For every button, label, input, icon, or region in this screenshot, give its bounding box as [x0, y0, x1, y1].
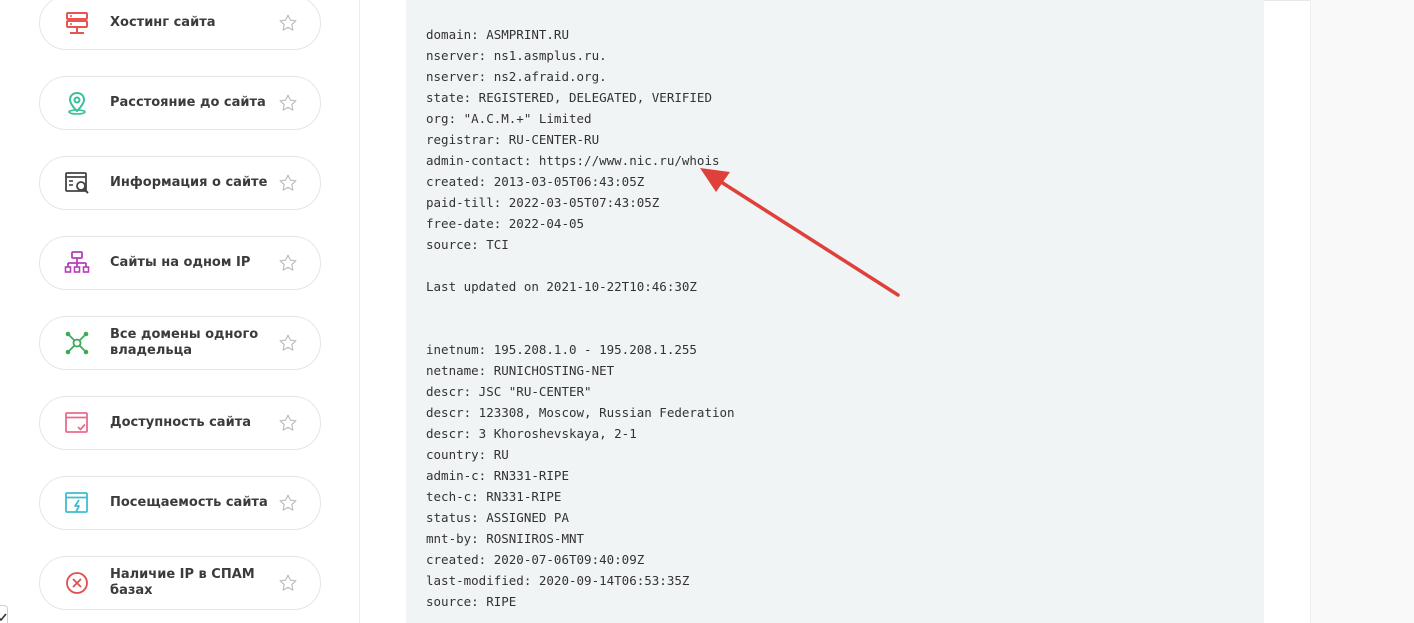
- sidebar-item-label: Все домены одного владельца: [110, 327, 259, 358]
- window-bolt-icon: [63, 489, 91, 517]
- whois-line: inetnum: 195.208.1.0 - 195.208.1.255: [426, 342, 697, 357]
- star-icon[interactable]: [278, 413, 298, 433]
- sidebar-item-availability[interactable]: Доступность сайта: [39, 396, 321, 450]
- sidebar-item-spam-check[interactable]: Наличие IP в СПАМ базах: [39, 556, 321, 610]
- feedback-tab[interactable]: [0, 605, 8, 623]
- site-search-icon: [63, 169, 91, 197]
- whois-line: nserver: ns2.afraid.org.: [426, 69, 607, 84]
- whois-line: descr: 3 Khoroshevskaya, 2-1: [426, 426, 637, 441]
- server-icon: [63, 9, 91, 37]
- star-icon[interactable]: [278, 13, 298, 33]
- star-icon[interactable]: [278, 93, 298, 113]
- sidebar-item-traffic[interactable]: Посещаемость сайта: [39, 476, 321, 530]
- sidebar-item-label: Расстояние до сайта: [110, 95, 266, 110]
- whois-line: country: RU: [426, 447, 509, 462]
- whois-line: source: TCI: [426, 237, 509, 252]
- whois-line: descr: JSC "RU-CENTER": [426, 384, 592, 399]
- whois-line: descr: 123308, Moscow, Russian Federatio…: [426, 405, 735, 420]
- whois-output: domain: ASMPRINT.RU nserver: ns1.asmplus…: [406, 0, 1264, 623]
- star-icon[interactable]: [278, 173, 298, 193]
- whois-line: last-modified: 2020-09-14T06:53:35Z: [426, 573, 690, 588]
- hub-icon: [63, 329, 91, 357]
- whois-line: state: REGISTERED, DELEGATED, VERIFIED: [426, 90, 712, 105]
- sidebar: Хостинг сайта Расстояние до сайта Информ…: [0, 0, 360, 623]
- block-icon: [63, 569, 91, 597]
- sidebar-item-label: Доступность сайта: [110, 415, 252, 430]
- check-icon: [0, 613, 7, 622]
- sidebar-item-label: Сайты на одном IP: [110, 255, 251, 270]
- sidebar-item-distance[interactable]: Расстояние до сайта: [39, 76, 321, 130]
- whois-line: admin-c: RN331-RIPE: [426, 468, 569, 483]
- whois-line-last-updated: Last updated on 2021-10-22T10:46:30Z: [426, 279, 697, 294]
- sidebar-item-hosting[interactable]: Хостинг сайта: [39, 0, 321, 50]
- whois-line: netname: RUNICHOSTING-NET: [426, 363, 615, 378]
- whois-line: created: 2020-07-06T09:40:09Z: [426, 552, 645, 567]
- star-icon[interactable]: [278, 333, 298, 353]
- whois-line: status: ASSIGNED PA: [426, 510, 569, 525]
- whois-line: domain: ASMPRINT.RU: [426, 27, 569, 42]
- sidebar-item-label: Наличие IP в СПАМ базах: [110, 567, 255, 598]
- network-icon: [63, 249, 91, 277]
- whois-line: created: 2013-03-05T06:43:05Z: [426, 174, 645, 189]
- whois-line: nserver: ns1.asmplus.ru.: [426, 48, 607, 63]
- sidebar-item-owner-domains[interactable]: Все домены одного владельца: [39, 316, 321, 370]
- star-icon[interactable]: [278, 493, 298, 513]
- whois-line: mnt-by: ROSNIIROS-MNT: [426, 531, 585, 546]
- whois-line: paid-till: 2022-03-05T07:43:05Z: [426, 195, 660, 210]
- sidebar-item-same-ip[interactable]: Сайты на одном IP: [39, 236, 321, 290]
- whois-line: tech-c: RN331-RIPE: [426, 489, 562, 504]
- page: Хостинг сайта Расстояние до сайта Информ…: [0, 0, 1414, 623]
- right-column: [1310, 0, 1414, 623]
- whois-line: source: RIPE: [426, 594, 517, 609]
- star-icon[interactable]: [278, 253, 298, 273]
- window-check-icon: [63, 409, 91, 437]
- sidebar-item-label: Посещаемость сайта: [110, 495, 268, 510]
- sidebar-item-label: Хостинг сайта: [110, 15, 216, 30]
- whois-line: org: "A.C.M.+" Limited: [426, 111, 592, 126]
- star-icon[interactable]: [278, 573, 298, 593]
- sidebar-item-label: Информация о сайте: [110, 175, 268, 190]
- sidebar-item-site-info[interactable]: Информация о сайте: [39, 156, 321, 210]
- whois-line: free-date: 2022-04-05: [426, 216, 585, 231]
- whois-line: registrar: RU-CENTER-RU: [426, 132, 600, 147]
- map-pin-icon: [63, 89, 91, 117]
- whois-line-admin-contact: admin-contact: https://www.nic.ru/whois: [426, 153, 720, 168]
